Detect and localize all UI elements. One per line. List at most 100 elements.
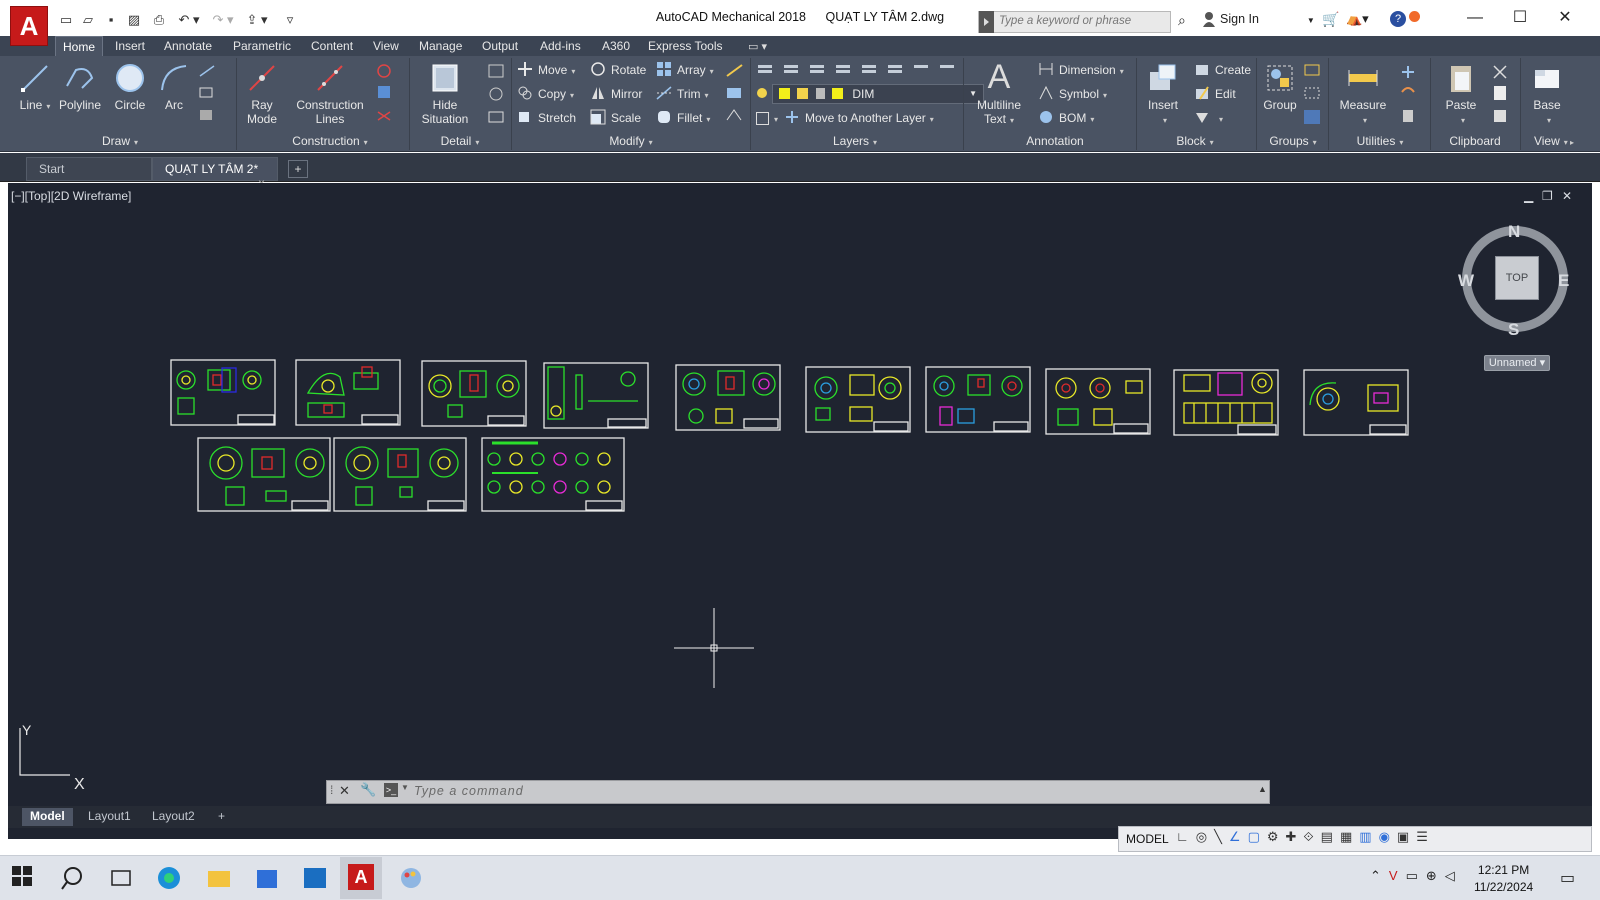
sheet-4[interactable] [543, 362, 649, 429]
task-view-icon[interactable] [108, 865, 134, 891]
windows-start-icon[interactable] [12, 866, 38, 892]
help-icon[interactable]: ? [1390, 11, 1406, 27]
sheet-6[interactable] [805, 366, 911, 433]
system-tray[interactable]: ⌃V▭⊕◁ [1370, 868, 1463, 884]
sheet-8[interactable] [1045, 368, 1151, 435]
groups-more-tools[interactable] [1302, 62, 1324, 126]
scale-button[interactable]: Scale [590, 108, 641, 128]
ribbon-minimize-icon[interactable]: ▭ ▾ [748, 40, 767, 53]
group-button[interactable]: Group [1260, 62, 1300, 112]
layer-tools-row[interactable] [756, 62, 956, 80]
clipboard-more-tools[interactable] [1490, 62, 1512, 126]
arc-button[interactable]: Arc [158, 62, 190, 112]
command-customize-icon[interactable]: 🔧 [360, 782, 376, 798]
tab-add-ins[interactable]: Add-ins [533, 36, 588, 56]
model-space-toggle[interactable]: MODEL [1126, 832, 1169, 846]
dimension-button[interactable]: Dimension ▾ [1038, 60, 1124, 80]
draw-panel-title[interactable]: Draw ▾ [80, 134, 160, 150]
array-button[interactable]: Array ▾ [656, 60, 714, 80]
print-icon[interactable]: ⎙ [151, 12, 167, 27]
sign-in-link[interactable]: Sign In ▼ [1202, 12, 1315, 26]
sheet-1[interactable] [170, 359, 276, 426]
layout2-tab[interactable]: Layout2 [144, 808, 203, 826]
notification-icon[interactable] [1409, 11, 1420, 22]
layout1-tab[interactable]: Layout1 [80, 808, 139, 826]
tab-view[interactable]: View [366, 36, 406, 56]
close-window-button[interactable]: ✕ [1550, 7, 1580, 29]
layer-dropdown[interactable]: DIM ▼ [772, 84, 984, 104]
file-explorer-icon[interactable] [206, 865, 232, 891]
modify-panel-title[interactable]: Modify ▾ [596, 134, 666, 150]
tab-insert[interactable]: Insert [108, 36, 152, 56]
sheet-2[interactable] [295, 359, 401, 426]
sheet-13[interactable] [481, 437, 625, 512]
sheet-12[interactable] [333, 437, 467, 512]
command-prompt-icon[interactable]: >_ [384, 783, 398, 797]
save-icon[interactable]: ▪ [103, 12, 119, 27]
detail-panel-title[interactable]: Detail ▾ [430, 134, 490, 150]
move-button[interactable]: Move ▾ [517, 60, 575, 80]
sheet-11[interactable] [197, 437, 331, 512]
model-tab[interactable]: Model [22, 808, 73, 826]
fillet-button[interactable]: Fillet ▾ [656, 108, 710, 128]
circle-button[interactable]: Circle [112, 62, 148, 112]
modify-more-tools[interactable] [724, 62, 746, 126]
maximize-button[interactable]: ☐ [1505, 7, 1535, 29]
trim-button[interactable]: Trim ▾ [656, 84, 709, 104]
taskbar-clock[interactable]: 12:21 PM 11/22/2024 [1474, 862, 1533, 896]
draw-more-tools[interactable] [196, 62, 228, 126]
command-history-toggle-icon[interactable]: ▲ [1258, 784, 1267, 794]
layer-on-icon[interactable] [754, 86, 770, 102]
command-grip-icon[interactable]: ⁞ [330, 783, 333, 797]
search-expand-icon[interactable] [979, 11, 994, 33]
notifications-icon[interactable]: ▭ [1560, 868, 1575, 888]
tab-home[interactable]: Home [55, 36, 104, 56]
tab-output[interactable]: Output [475, 36, 525, 56]
paint-app-icon[interactable] [398, 865, 424, 891]
hide-situation-button[interactable]: Hide Situation [414, 62, 476, 126]
tab-parametric[interactable]: Parametric [226, 36, 298, 56]
compass-east[interactable]: E [1558, 271, 1569, 291]
utilities-more-tools[interactable] [1398, 62, 1424, 126]
new-file-icon[interactable]: ▭ [58, 12, 74, 27]
sheet-10[interactable] [1303, 369, 1409, 436]
open-file-icon[interactable]: ▱ [80, 12, 96, 27]
ucs-menu-button[interactable]: Unnamed ▾ [1484, 355, 1550, 371]
sheet-3[interactable] [421, 360, 527, 427]
symbol-button[interactable]: Symbol ▾ [1038, 84, 1107, 104]
view-panel-title[interactable]: View ▾ ▸ [1522, 134, 1586, 150]
polyline-button[interactable]: Polyline [58, 62, 102, 112]
new-tab-button[interactable]: + [288, 160, 308, 178]
recent-commands-icon[interactable]: ▼ [401, 783, 409, 792]
block-panel-title[interactable]: Block ▾ [1160, 134, 1230, 150]
exchange-icon[interactable]: ⛺▾ [1346, 11, 1369, 27]
binoculars-icon[interactable]: ⌕ [1178, 12, 1186, 29]
block-attribute-button[interactable]: ▾ [1194, 108, 1223, 128]
app-menu-button[interactable]: A [10, 6, 48, 46]
mirror-button[interactable]: Mirror [590, 84, 642, 104]
construction-panel-title[interactable]: Construction ▾ [270, 134, 390, 150]
compass-south[interactable]: S [1508, 320, 1519, 340]
search-taskbar-icon[interactable] [60, 865, 86, 891]
ray-mode-button[interactable]: Ray Mode [240, 62, 284, 126]
groups-panel-title[interactable]: Groups ▾ [1258, 134, 1328, 150]
viewcube-top-face[interactable]: TOP [1495, 256, 1539, 300]
outlook-icon[interactable] [302, 865, 328, 891]
tab-express-tools[interactable]: Express Tools [641, 36, 729, 56]
multiline-text-button[interactable]: A Multiline Text ▾ [970, 58, 1028, 128]
share-icon[interactable]: ⇪ ▾ [244, 12, 270, 27]
command-close-icon[interactable]: ✕ [339, 783, 350, 799]
store-icon[interactable] [254, 865, 280, 891]
construction-lines-button[interactable]: Construction Lines [290, 62, 370, 126]
command-input[interactable]: Type a command [414, 784, 1114, 798]
minimize-button[interactable]: — [1460, 7, 1490, 29]
sheet-9[interactable] [1173, 369, 1279, 436]
base-view-button[interactable]: Base ▾ [1524, 62, 1570, 128]
search-input[interactable]: Type a keyword or phrase [978, 11, 1171, 33]
drawing-tab[interactable]: QUẠT LY TÂM 2* × [152, 157, 278, 190]
bom-button[interactable]: BOM ▾ [1038, 108, 1094, 128]
compass-north[interactable]: N [1508, 222, 1520, 242]
sheet-7[interactable] [925, 366, 1031, 433]
layers-panel-title[interactable]: Layers ▾ [820, 134, 890, 150]
sheet-5[interactable] [675, 364, 781, 431]
